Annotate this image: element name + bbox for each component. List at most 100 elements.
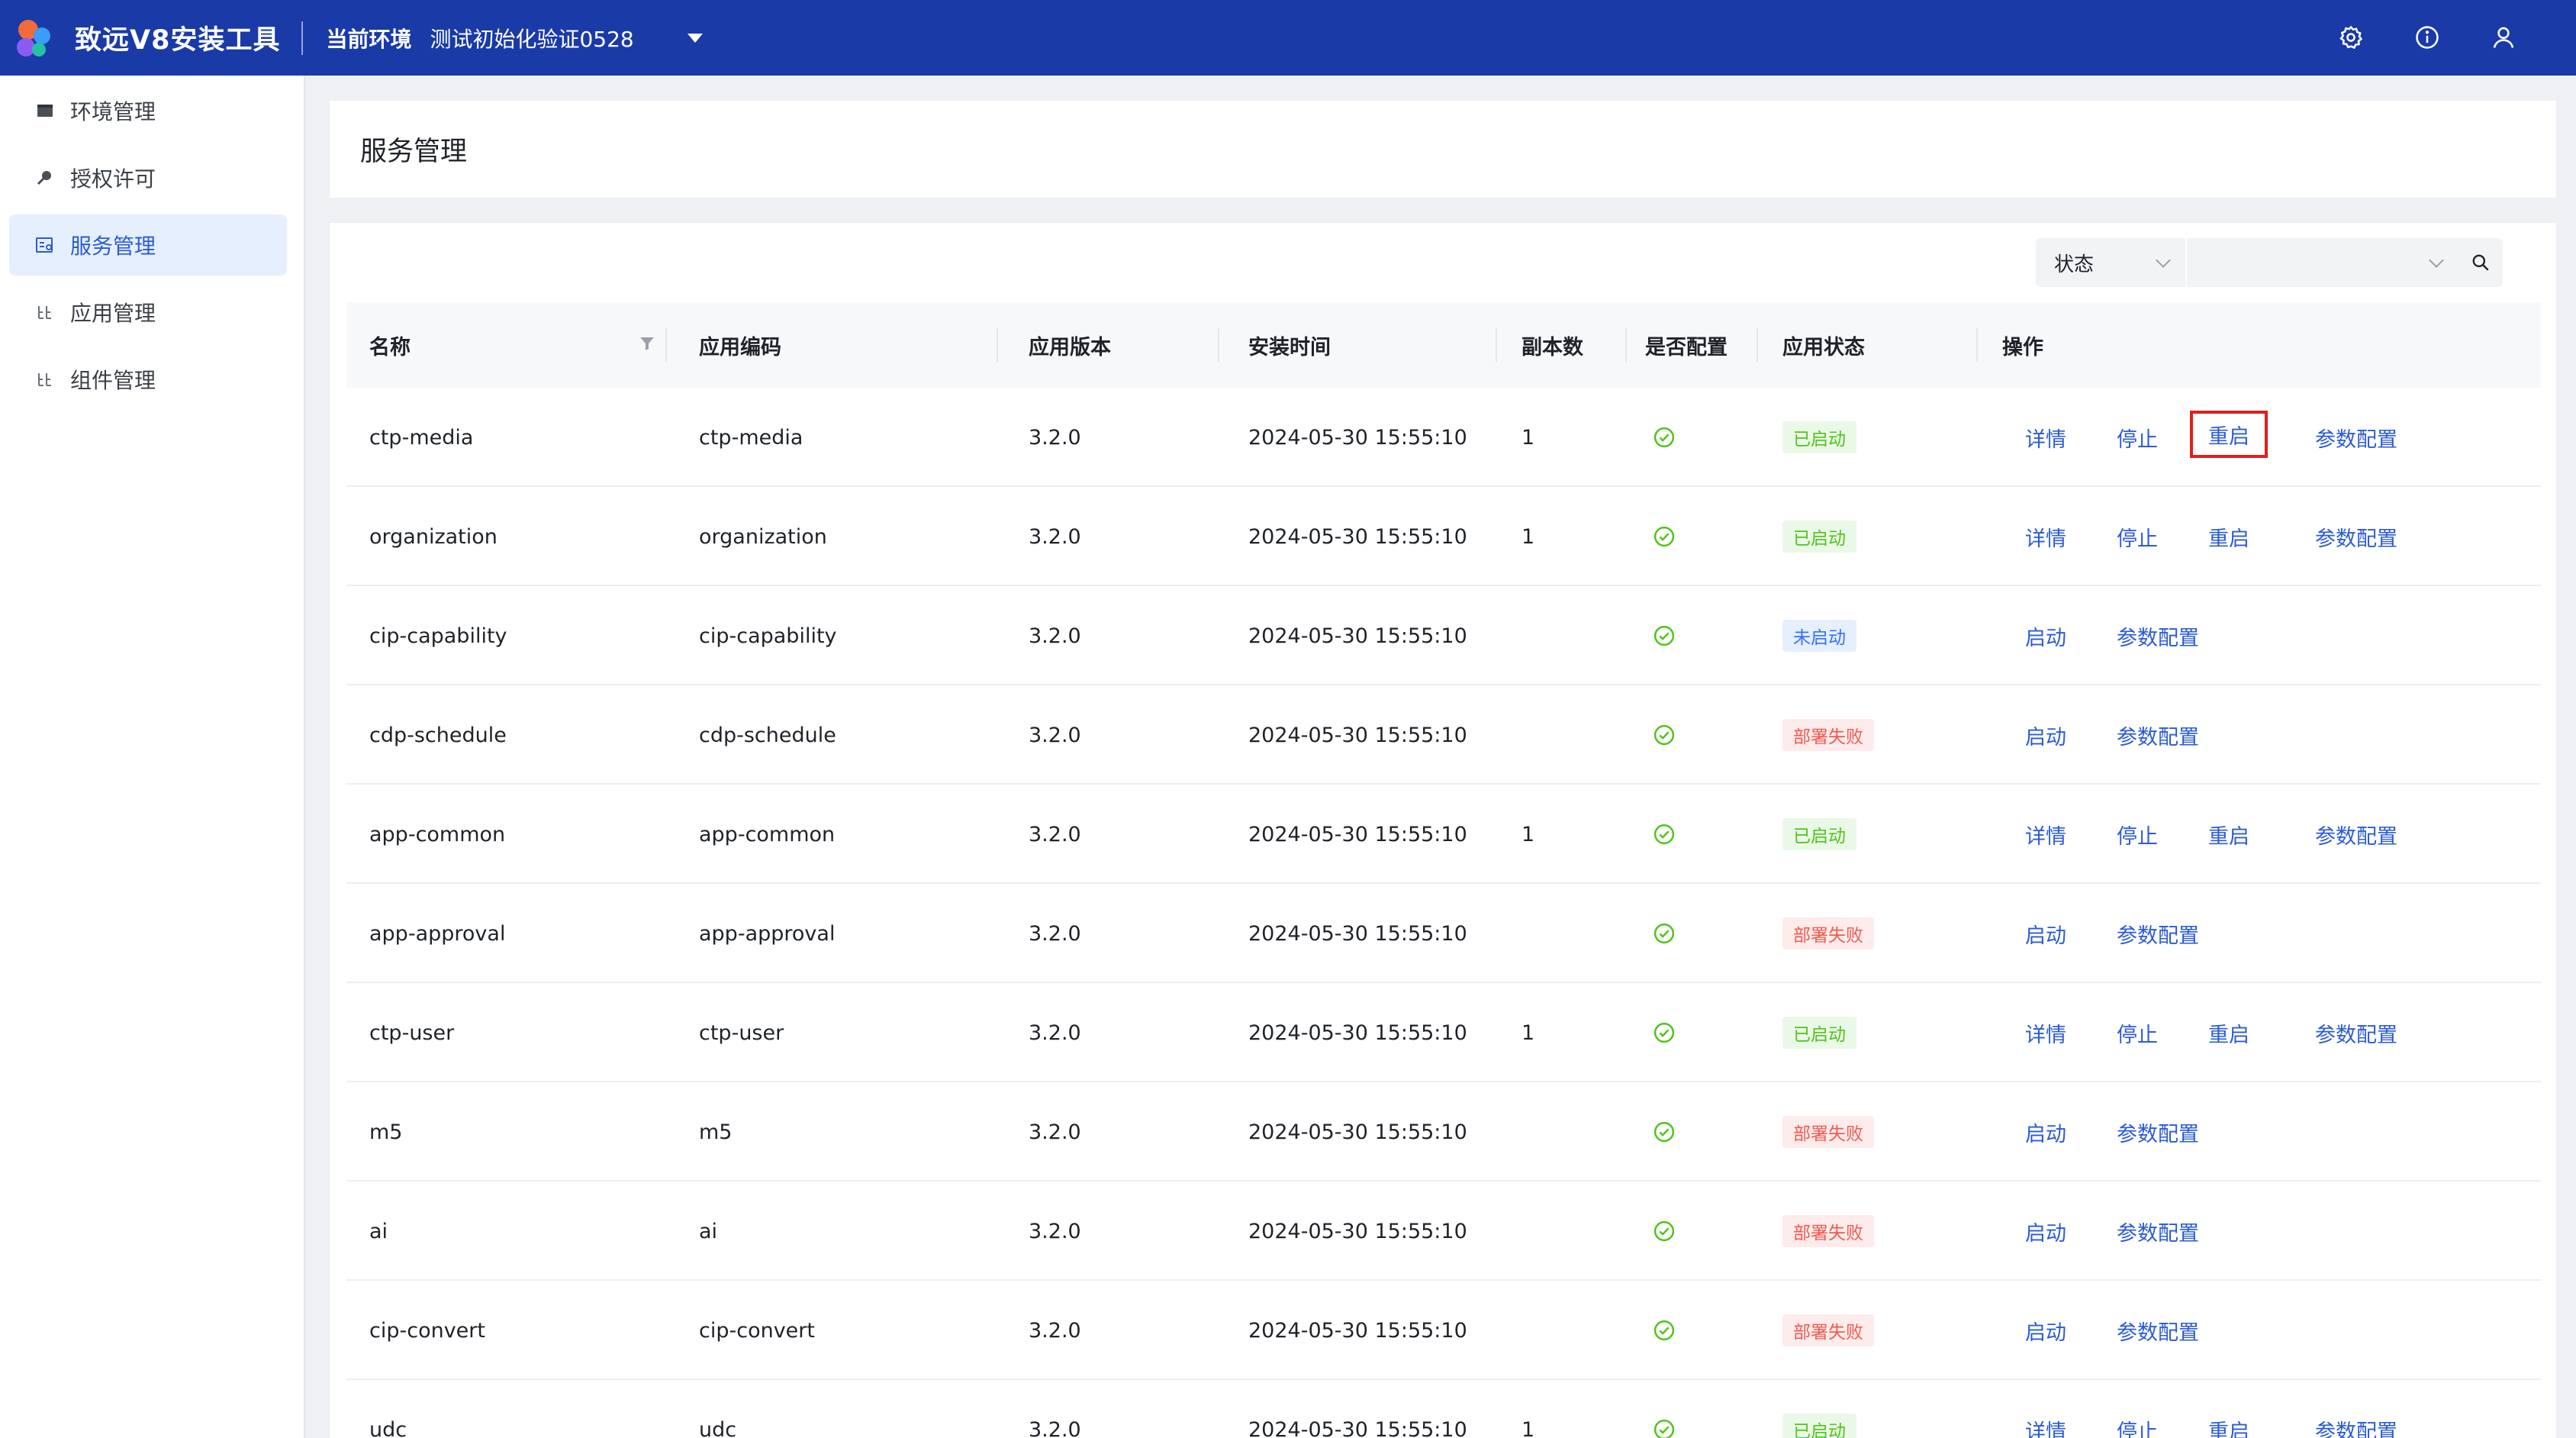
table-row: cdp-schedule cdp-schedule 3.2.0 2024-05-30 … [346, 685, 2541, 785]
action-link[interactable]: 参数配置 [2117, 1182, 2199, 1281]
sidebar-item-label: 服务管理 [70, 234, 156, 259]
component-icon [34, 368, 56, 391]
sidebar: 环境管理 授权许可 服务管理 应用管理 组件管理 [0, 76, 305, 1438]
cell-code: cip-capability [699, 624, 837, 648]
cell-version: 3.2.0 [1029, 1219, 1081, 1243]
action-link[interactable]: 重启 [2208, 487, 2249, 586]
cell-install-time: 2024-05-30 15:55:10 [1248, 1318, 1467, 1343]
check-circle-icon [1653, 388, 1676, 487]
action-link[interactable]: 参数配置 [2315, 1380, 2397, 1438]
action-link[interactable]: 启动 [2025, 1082, 2066, 1182]
action-link[interactable]: 启动 [2025, 586, 2066, 685]
action-link[interactable]: 参数配置 [2117, 1281, 2199, 1380]
cell-install-time: 2024-05-30 15:55:10 [1248, 1417, 1467, 1438]
sidebar-item-service[interactable]: 服务管理 [9, 214, 287, 276]
sidebar-item-license[interactable]: 授权许可 [9, 147, 287, 208]
action-link[interactable]: 重启 [2208, 983, 2249, 1082]
cell-replicas: 1 [1521, 1020, 1535, 1045]
action-link[interactable]: 详情 [2025, 388, 2066, 487]
table-row: app-approval app-approval 3.2.0 2024-05-30 … [346, 884, 2541, 983]
cell-replicas: 1 [1521, 822, 1535, 846]
cell-install-time: 2024-05-30 15:55:10 [1248, 425, 1467, 450]
action-link[interactable]: 停止 [2117, 388, 2158, 487]
status-badge: 已启动 [1782, 521, 1856, 553]
cell-name: cip-convert [369, 1318, 485, 1343]
action-link[interactable]: 参数配置 [2315, 785, 2397, 884]
user-icon[interactable] [2484, 18, 2523, 56]
title-panel: 服务管理 [330, 101, 2556, 198]
key-icon [34, 166, 56, 189]
action-link[interactable]: 重启 [2208, 1380, 2249, 1438]
filter-icon[interactable] [638, 334, 656, 353]
action-link[interactable]: 启动 [2025, 884, 2066, 983]
chevron-down-icon[interactable] [687, 33, 703, 43]
status-select[interactable]: 状态 [2036, 238, 2185, 287]
page-title: 服务管理 [360, 137, 468, 167]
action-link[interactable]: 参数配置 [2315, 983, 2397, 1082]
action-link[interactable]: 详情 [2025, 983, 2066, 1082]
cell-name: ctp-media [369, 425, 474, 450]
search-button[interactable] [2458, 238, 2503, 287]
cell-install-time: 2024-05-30 15:55:10 [1248, 1020, 1467, 1045]
service-icon [34, 234, 56, 256]
table-row: m5 m5 3.2.0 2024-05-30 15:55:10 部署失败 启动 参数配置 [346, 1082, 2541, 1182]
gear-icon[interactable] [2332, 18, 2370, 56]
sidebar-item-label: 授权许可 [70, 166, 156, 192]
cell-name: app-approval [369, 921, 506, 946]
action-link[interactable]: 停止 [2117, 487, 2158, 586]
action-link[interactable]: 停止 [2117, 983, 2158, 1082]
action-link[interactable]: 停止 [2117, 785, 2158, 884]
sidebar-item-component[interactable]: 组件管理 [9, 349, 287, 410]
action-link[interactable]: 参数配置 [2117, 1082, 2199, 1182]
column-header-name: 名称 [369, 335, 411, 360]
column-header-configured: 是否配置 [1645, 335, 1728, 360]
check-circle-icon [1653, 983, 1676, 1082]
column-header-app-status: 应用状态 [1782, 335, 1865, 360]
env-select-value[interactable]: 测试初始化验证0528 [430, 23, 633, 53]
env-label: 当前环境 [326, 26, 412, 52]
cell-version: 3.2.0 [1029, 822, 1081, 846]
action-link[interactable]: 启动 [2025, 1182, 2066, 1281]
check-circle-icon [1653, 1082, 1676, 1182]
app-title: 致远V8安装工具 [75, 25, 281, 56]
cell-version: 3.2.0 [1029, 1318, 1081, 1343]
action-link[interactable]: 启动 [2025, 1281, 2066, 1380]
action-link[interactable]: 参数配置 [2315, 487, 2397, 586]
check-circle-icon [1653, 487, 1676, 586]
status-badge: 已启动 [1782, 1414, 1856, 1438]
sidebar-item-environment[interactable]: 环境管理 [9, 80, 287, 141]
action-link[interactable]: 详情 [2025, 785, 2066, 884]
action-link[interactable]: 参数配置 [2117, 586, 2199, 685]
sidebar-item-app[interactable]: 应用管理 [9, 282, 287, 343]
cell-version: 3.2.0 [1029, 524, 1081, 549]
table-row: ctp-media ctp-media 3.2.0 2024-05-30 15:55:… [346, 388, 2541, 487]
cell-code: m5 [699, 1120, 733, 1144]
column-header-code: 应用编码 [699, 335, 781, 360]
cell-code: organization [699, 524, 827, 549]
status-badge: 已启动 [1782, 1017, 1856, 1049]
action-link[interactable]: 重启 [2190, 411, 2268, 458]
action-link[interactable]: 参数配置 [2117, 884, 2199, 983]
action-link[interactable]: 启动 [2025, 685, 2066, 785]
chevron-down-icon [2429, 253, 2444, 268]
top-header: 致远V8安装工具 当前环境 测试初始化验证0528 [0, 0, 2576, 76]
info-icon[interactable] [2408, 18, 2446, 56]
cell-version: 3.2.0 [1029, 921, 1081, 946]
action-link[interactable]: 参数配置 [2117, 685, 2199, 785]
cell-install-time: 2024-05-30 15:55:10 [1248, 1219, 1467, 1243]
action-link[interactable]: 重启 [2208, 785, 2249, 884]
status-value-select[interactable] [2187, 238, 2458, 287]
table-row: organization organization 3.2.0 2024-05-30 … [346, 487, 2541, 586]
cell-code: ctp-user [699, 1020, 784, 1045]
cell-name: organization [369, 524, 497, 549]
cell-version: 3.2.0 [1029, 1120, 1081, 1144]
check-circle-icon [1653, 1380, 1676, 1438]
check-circle-icon [1653, 1182, 1676, 1281]
action-link[interactable]: 详情 [2025, 1380, 2066, 1438]
folder-icon [34, 99, 56, 122]
action-link[interactable]: 详情 [2025, 487, 2066, 586]
action-link[interactable]: 参数配置 [2315, 388, 2397, 487]
status-select-label: 状态 [2054, 253, 2095, 276]
table-body: ctp-media ctp-media 3.2.0 2024-05-30 15:55:… [346, 388, 2541, 1438]
action-link[interactable]: 停止 [2117, 1380, 2158, 1438]
